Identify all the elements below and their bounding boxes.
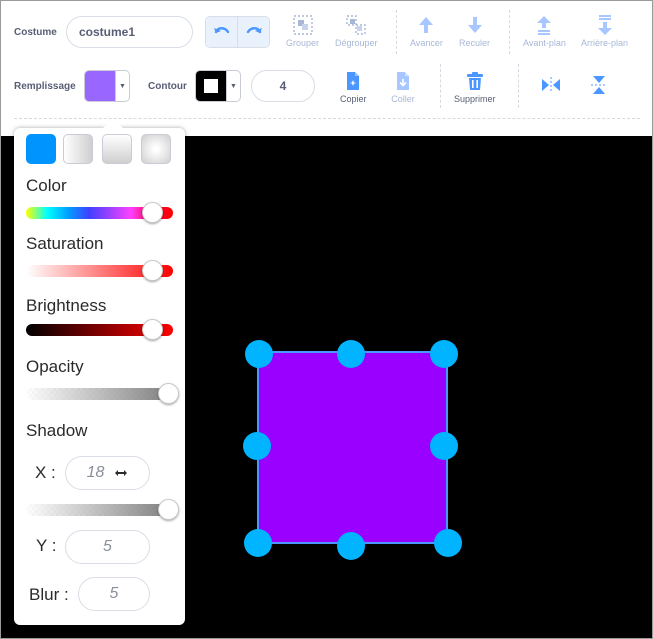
paste-icon: [397, 72, 409, 90]
saturation-slider[interactable]: [26, 260, 173, 281]
ungroup-icon: [346, 15, 366, 35]
redo-icon: [246, 27, 262, 34]
resize-handle-top-left[interactable]: [245, 340, 273, 368]
saturation-slider-handle[interactable]: [141, 260, 163, 281]
fill-color-button[interactable]: ▼: [84, 70, 130, 102]
brightness-slider[interactable]: [26, 319, 173, 340]
undo-icon: [213, 27, 229, 34]
send-to-back-button[interactable]: Arrière-plan: [581, 14, 628, 48]
shadow-y-label: Y :: [36, 536, 57, 555]
bring-to-front-button[interactable]: Avant-plan: [523, 14, 566, 48]
flip-horizontal-button[interactable]: [538, 74, 564, 96]
copy-icon: [347, 72, 360, 90]
copy-button[interactable]: Copier: [340, 70, 367, 104]
outline-color-button[interactable]: ▼: [195, 70, 241, 102]
color-slider[interactable]: [26, 202, 173, 223]
color-label: Color: [26, 176, 67, 195]
shadow-blur-value: 5: [109, 585, 119, 602]
arrow-down-icon: [467, 17, 482, 33]
undo-redo-group: [205, 16, 270, 48]
toolbar-divider: [518, 64, 519, 108]
costume-name-input[interactable]: costume1: [66, 16, 193, 48]
outline-swatch: [196, 71, 226, 101]
resize-handle-bottom-right[interactable]: [434, 529, 462, 557]
fill-type-horizontal-gradient-button[interactable]: [63, 134, 93, 164]
trash-icon: [466, 72, 483, 90]
undo-button[interactable]: [206, 17, 237, 47]
brightness-slider-handle[interactable]: [141, 319, 163, 340]
fill-label: Remplissage: [14, 81, 76, 92]
toolbar-divider: [14, 118, 640, 119]
resize-handle-left[interactable]: [243, 432, 271, 460]
group-icon: [292, 15, 313, 35]
fill-swatch: [85, 71, 115, 101]
opacity-slider-handle[interactable]: [158, 383, 179, 404]
group-button[interactable]: Grouper: [286, 14, 319, 48]
delete-button[interactable]: Supprimer: [454, 70, 496, 104]
redo-button[interactable]: [237, 17, 269, 47]
toolbar-divider: [440, 64, 441, 108]
resize-handle-top-right[interactable]: [430, 340, 458, 368]
shadow-blur-input[interactable]: 5: [78, 577, 150, 611]
double-arrow-horizontal-icon: [115, 470, 128, 476]
flip-horizontal-icon: [542, 77, 560, 93]
toolbar-divider: [509, 10, 510, 54]
brightness-label: Brightness: [26, 296, 107, 315]
forward-button[interactable]: Avancer: [410, 14, 443, 48]
chevron-down-icon: ▼: [226, 71, 240, 101]
flip-vertical-icon: [591, 76, 607, 94]
fill-type-solid-button[interactable]: [26, 134, 56, 164]
outline-label: Contour: [148, 81, 187, 92]
shadow-y-value: 5: [103, 538, 112, 555]
resize-handle-bottom-left[interactable]: [244, 529, 272, 557]
shadow-x-label: X :: [35, 463, 56, 482]
shadow-x-input[interactable]: 18: [65, 456, 150, 490]
fill-type-vertical-gradient-button[interactable]: [102, 134, 132, 164]
color-slider-handle[interactable]: [141, 202, 163, 223]
opacity-label: Opacity: [26, 357, 84, 376]
paint-toolbar: Costume costume1 Grouper Dégrouper Avanc…: [0, 0, 653, 136]
shadow-y-input[interactable]: 5: [65, 530, 150, 564]
shadow-blur-label: Blur :: [29, 585, 69, 604]
selected-rectangle-shape[interactable]: [257, 351, 448, 544]
fill-type-radial-gradient-button[interactable]: [141, 134, 171, 164]
send-to-back-icon: [597, 15, 612, 35]
opacity-slider[interactable]: [26, 383, 179, 404]
resize-handle-bottom[interactable]: [337, 532, 365, 560]
saturation-label: Saturation: [26, 234, 104, 253]
arrow-up-icon: [419, 17, 434, 33]
resize-handle-top[interactable]: [337, 340, 365, 368]
fill-color-popover: Color Saturation Brightness Opacity Shad…: [14, 118, 185, 625]
outline-width-input[interactable]: 4: [251, 70, 315, 102]
toolbar-divider: [396, 10, 397, 54]
flip-vertical-button[interactable]: [586, 74, 612, 96]
bring-to-front-icon: [537, 16, 552, 35]
shadow-x-slider[interactable]: [26, 499, 179, 520]
costume-label: Costume: [14, 27, 57, 38]
chevron-down-icon: ▼: [115, 71, 129, 101]
shadow-label: Shadow: [26, 421, 88, 440]
paste-button[interactable]: Coller: [390, 70, 416, 104]
ungroup-button[interactable]: Dégrouper: [335, 14, 378, 48]
shadow-x-value: 18: [86, 464, 105, 481]
shadow-x-slider-handle[interactable]: [158, 499, 179, 520]
backward-button[interactable]: Reculer: [459, 14, 490, 48]
resize-handle-right[interactable]: [430, 432, 458, 460]
